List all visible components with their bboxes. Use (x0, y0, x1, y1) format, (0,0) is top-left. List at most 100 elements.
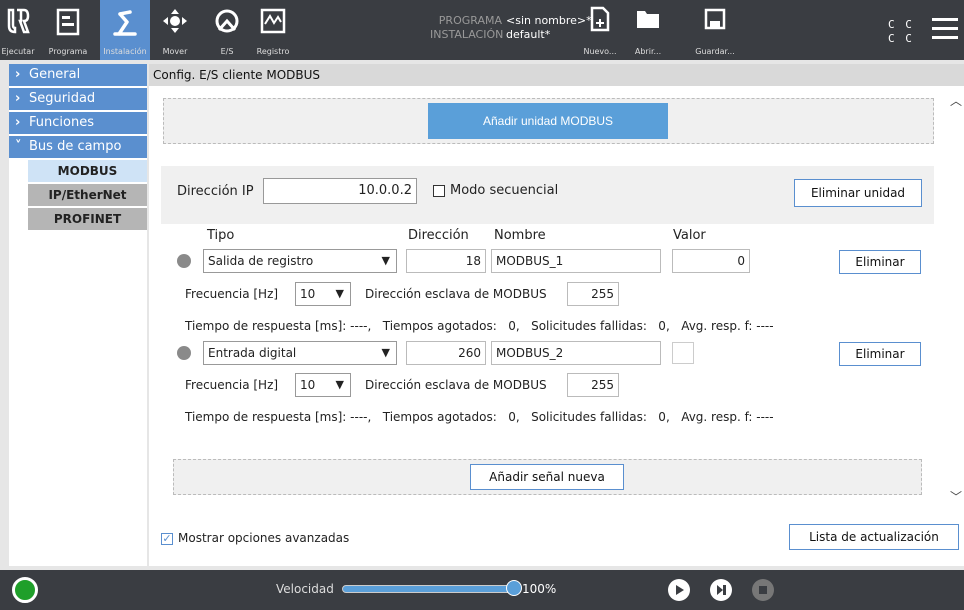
tab-programa[interactable]: Programa (36, 0, 100, 60)
stop-button[interactable] (752, 579, 774, 601)
sidebar-item-general[interactable]: › General (9, 64, 147, 86)
signal-address-input[interactable]: 260 (406, 341, 486, 365)
save-button[interactable]: Guardar... (690, 0, 740, 60)
signal-value-input[interactable]: 0 (672, 249, 750, 273)
dropdown-arrow-icon: ▼ (381, 346, 390, 359)
top-bar: Ejecutar Programa Instalación Mover E/S … (0, 0, 964, 60)
save-label: Guardar... (695, 47, 735, 56)
signal-stats: Tiempo de respuesta [ms]: ----, Tiempos … (185, 410, 774, 424)
program-value: <sin nombre>* (506, 14, 592, 27)
dropdown-arrow-icon: ▼ (335, 287, 344, 300)
frequency-value: 10 (300, 287, 316, 301)
sequential-mode-checkbox[interactable] (433, 185, 445, 197)
add-modbus-unit-button[interactable]: Añadir unidad MODBUS (428, 103, 668, 139)
step-button[interactable] (710, 579, 732, 601)
tab-registro[interactable]: Registro (255, 0, 291, 60)
save-disk-icon (704, 8, 726, 30)
dropdown-arrow-icon: ▼ (335, 378, 344, 391)
scroll-area[interactable]: Añadir unidad MODBUS Dirección IP 10.0.0… (149, 86, 964, 511)
open-button[interactable]: Abrir... (630, 0, 666, 60)
move-arrows-icon (163, 9, 187, 33)
add-signal-button[interactable]: Añadir señal nueva (470, 464, 624, 490)
ip-address-label: Dirección IP (177, 184, 254, 199)
robot-status-icon[interactable] (12, 577, 38, 603)
new-button[interactable]: Nuevo... (582, 0, 618, 60)
slave-address-label: Dirección esclava de MODBUS (365, 287, 547, 301)
add-signal-area: Añadir señal nueva (173, 459, 922, 495)
robot-arm-icon (113, 10, 137, 36)
delete-signal-button[interactable]: Eliminar (839, 250, 921, 274)
installation-value: default* (506, 28, 551, 41)
refresh-list-button[interactable]: Lista de actualización (789, 524, 959, 550)
signal-address-input[interactable]: 18 (406, 249, 486, 273)
tab-instalacion-label: Instalación (103, 47, 147, 56)
step-icon (717, 585, 726, 595)
chevron-right-icon: › (15, 91, 21, 106)
tab-instalacion[interactable]: Instalación (100, 0, 150, 60)
tab-es-label: E/S (220, 47, 234, 56)
tab-mover-label: Mover (162, 47, 188, 56)
sidebar-item-label: Seguridad (29, 91, 96, 106)
new-label: Nuevo... (583, 47, 617, 56)
program-key: PROGRAMA (438, 14, 502, 27)
advanced-options-checkbox[interactable]: ✓ (161, 533, 173, 545)
speed-label: Velocidad (276, 582, 334, 596)
signal-type-value: Salida de registro (208, 254, 314, 268)
scroll-down-icon[interactable]: ﹀ (950, 488, 962, 505)
folder-icon (637, 11, 659, 28)
signal-type-select[interactable]: Salida de registro ▼ (203, 249, 397, 273)
slave-address-input[interactable]: 255 (567, 282, 619, 306)
chevron-right-icon: › (15, 115, 21, 130)
frequency-label: Frecuencia [Hz] (185, 287, 279, 301)
tab-ejecutar[interactable]: Ejecutar (0, 0, 36, 60)
frequency-value: 10 (300, 378, 316, 392)
new-file-icon (590, 6, 610, 32)
signal-name-input[interactable]: MODBUS_2 (491, 341, 661, 365)
delete-signal-button[interactable]: Eliminar (839, 342, 921, 366)
ur-logo-icon (7, 8, 30, 34)
speed-value: 100% (522, 582, 557, 596)
signal-stats: Tiempo de respuesta [ms]: ----, Tiempos … (185, 319, 774, 333)
ip-address-input[interactable]: 10.0.0.2 (263, 178, 417, 204)
slave-address-label: Dirección esclava de MODBUS (365, 378, 547, 392)
signal-type-value: Entrada digital (208, 346, 297, 360)
signal-type-select[interactable]: Entrada digital ▼ (203, 341, 397, 365)
value-header: Valor (673, 228, 706, 243)
sidebar-subitem-ipethernet[interactable]: IP/EtherNet (28, 184, 147, 206)
tab-es[interactable]: E/S (210, 0, 244, 60)
frequency-select[interactable]: 10 ▼ (295, 282, 351, 306)
sidebar-subitem-modbus[interactable]: MODBUS (28, 160, 147, 182)
sidebar-item-label: General (29, 67, 81, 82)
sidebar-item-seguridad[interactable]: › Seguridad (9, 88, 147, 110)
advanced-options-row: ✓ Mostrar opciones avanzadas Lista de ac… (149, 524, 964, 560)
advanced-options-label: Mostrar opciones avanzadas (178, 531, 350, 545)
add-unit-area: Añadir unidad MODBUS (163, 98, 934, 144)
address-header: Dirección (408, 228, 469, 243)
unit-header: Dirección IP 10.0.0.2 Modo secuencial El… (161, 166, 934, 222)
delete-unit-button[interactable]: Eliminar unidad (794, 179, 922, 207)
chevron-right-icon: › (15, 67, 21, 82)
sidebar-item-funciones[interactable]: › Funciones (9, 112, 147, 134)
tab-registro-label: Registro (256, 47, 290, 56)
slave-address-input[interactable]: 255 (567, 373, 619, 397)
speed-slider[interactable] (342, 585, 514, 593)
sidebar-item-bus-de-campo[interactable]: ˅ Bus de campo (9, 136, 147, 158)
vertical-scrollbar[interactable]: ︿ ﹀ (946, 86, 964, 511)
sidebar: › General › Seguridad › Funciones ˅ Bus de c… (9, 64, 147, 566)
control-indicator-2: C C (888, 32, 914, 45)
signals-list: Tipo Dirección Nombre Valor Salida de re… (161, 224, 934, 511)
sidebar-item-label: Bus de campo (29, 139, 122, 154)
sidebar-subitem-profinet[interactable]: PROFINET (28, 208, 147, 230)
play-button[interactable] (668, 579, 690, 601)
stop-icon (759, 586, 767, 594)
scroll-up-icon[interactable]: ︿ (950, 92, 962, 109)
speed-slider-handle[interactable] (506, 580, 522, 596)
frequency-select[interactable]: 10 ▼ (295, 373, 351, 397)
signal-value-indicator (672, 342, 694, 364)
signal-name-input[interactable]: MODBUS_1 (491, 249, 661, 273)
modbus-unit-panel: Dirección IP 10.0.0.2 Modo secuencial El… (161, 166, 934, 511)
chevron-down-icon: ˅ (15, 139, 22, 154)
tab-mover[interactable]: Mover (158, 0, 192, 60)
sequential-mode-label: Modo secuencial (450, 183, 559, 198)
hamburger-menu-icon[interactable] (932, 18, 958, 42)
